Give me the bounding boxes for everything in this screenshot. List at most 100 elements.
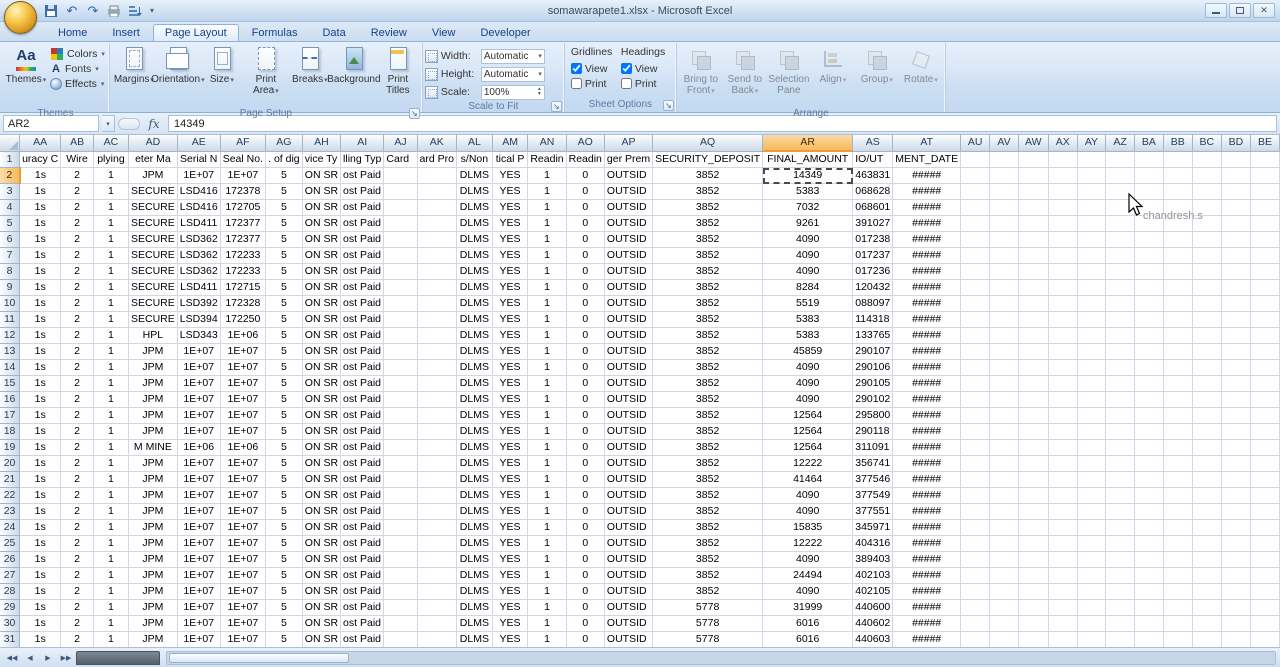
cell[interactable]: YES <box>492 552 528 568</box>
column-header-AN[interactable]: AN <box>528 135 566 151</box>
cell[interactable]: 1E+07 <box>220 360 265 376</box>
cell[interactable] <box>1077 456 1106 472</box>
cell[interactable]: Seal No. <box>220 151 265 168</box>
cell[interactable]: 172328 <box>220 296 265 312</box>
cell[interactable]: ##### <box>893 184 961 200</box>
cell[interactable]: 4090 <box>763 488 853 504</box>
cell[interactable] <box>990 536 1019 552</box>
cell[interactable]: HPL <box>128 328 177 344</box>
cell[interactable]: 1s <box>20 456 61 472</box>
cell[interactable]: 1s <box>20 536 61 552</box>
cell[interactable] <box>384 632 417 648</box>
column-header-AE[interactable]: AE <box>177 135 220 151</box>
cell[interactable]: 1s <box>20 232 61 248</box>
cell[interactable] <box>990 520 1019 536</box>
cell[interactable]: 1 <box>93 632 128 648</box>
cell[interactable] <box>1018 616 1048 632</box>
cell[interactable] <box>1018 184 1048 200</box>
tab-review[interactable]: Review <box>359 24 419 41</box>
cell[interactable] <box>1250 600 1279 616</box>
row-header-7[interactable]: 7 <box>0 248 20 264</box>
row-header-24[interactable]: 24 <box>0 520 20 536</box>
cell[interactable] <box>417 312 456 328</box>
cell[interactable] <box>1106 600 1135 616</box>
column-header-BB[interactable]: BB <box>1163 135 1192 151</box>
cell[interactable] <box>1106 280 1135 296</box>
cell[interactable] <box>384 376 417 392</box>
page-setup-dialog-launcher[interactable]: ↘ <box>409 108 420 119</box>
cell[interactable]: LSD362 <box>177 264 220 280</box>
cell[interactable]: 1 <box>93 296 128 312</box>
cell[interactable]: 1 <box>93 408 128 424</box>
cell[interactable] <box>1250 616 1279 632</box>
cell[interactable] <box>1163 264 1192 280</box>
cell[interactable] <box>1106 216 1135 232</box>
cell[interactable] <box>1163 504 1192 520</box>
cell[interactable]: 1E+07 <box>220 616 265 632</box>
cell[interactable]: ger Prem <box>604 151 652 168</box>
cell[interactable] <box>1221 552 1250 568</box>
cell[interactable]: ost Paid <box>341 296 384 312</box>
previous-sheet-button[interactable]: ◀ <box>22 651 38 665</box>
cell[interactable] <box>417 248 456 264</box>
cell[interactable]: OUTSID <box>604 408 652 424</box>
cell[interactable] <box>1163 168 1192 184</box>
cell[interactable] <box>1221 584 1250 600</box>
cell[interactable]: 1E+07 <box>220 376 265 392</box>
cell[interactable] <box>1018 200 1048 216</box>
cell[interactable]: 3852 <box>653 296 763 312</box>
cell[interactable]: 1s <box>20 504 61 520</box>
cell[interactable]: 2 <box>61 472 94 488</box>
cell[interactable] <box>1106 392 1135 408</box>
cell[interactable] <box>961 536 990 552</box>
tab-formulas[interactable]: Formulas <box>240 24 310 41</box>
cell[interactable]: 0 <box>566 472 604 488</box>
cell[interactable] <box>1018 248 1048 264</box>
cell[interactable]: 1s <box>20 280 61 296</box>
save-button[interactable] <box>42 2 60 19</box>
cell[interactable]: DLMS <box>456 616 492 632</box>
cell[interactable] <box>990 424 1019 440</box>
cell[interactable]: LSD392 <box>177 296 220 312</box>
cell[interactable]: 1s <box>20 344 61 360</box>
cell[interactable] <box>1077 360 1106 376</box>
cell[interactable] <box>1077 168 1106 184</box>
cell[interactable] <box>1163 632 1192 648</box>
cell[interactable] <box>990 504 1019 520</box>
cell[interactable] <box>384 280 417 296</box>
column-header-AH[interactable]: AH <box>302 135 340 151</box>
cell[interactable]: 172233 <box>220 264 265 280</box>
cell[interactable]: 4090 <box>763 232 853 248</box>
cell[interactable]: DLMS <box>456 392 492 408</box>
cell[interactable] <box>1077 328 1106 344</box>
cell[interactable]: 440600 <box>853 600 893 616</box>
cell[interactable]: YES <box>492 616 528 632</box>
cell[interactable]: 1s <box>20 328 61 344</box>
cell[interactable] <box>1134 360 1163 376</box>
column-header-AM[interactable]: AM <box>492 135 528 151</box>
cell[interactable] <box>384 296 417 312</box>
cell[interactable]: SECURE <box>128 248 177 264</box>
cell[interactable]: 4090 <box>763 584 853 600</box>
cell[interactable] <box>417 168 456 184</box>
cell[interactable]: 1E+07 <box>220 552 265 568</box>
cell[interactable]: ON SR <box>302 264 340 280</box>
cell[interactable]: 0 <box>566 408 604 424</box>
cell[interactable] <box>1221 344 1250 360</box>
cell[interactable]: 1E+07 <box>177 344 220 360</box>
row-header-27[interactable]: 27 <box>0 568 20 584</box>
column-header-AT[interactable]: AT <box>893 135 961 151</box>
cell[interactable] <box>1163 440 1192 456</box>
tab-insert[interactable]: Insert <box>100 24 152 41</box>
cell[interactable]: YES <box>492 216 528 232</box>
row-header-21[interactable]: 21 <box>0 472 20 488</box>
cell[interactable]: ON SR <box>302 184 340 200</box>
cell[interactable]: ##### <box>893 472 961 488</box>
cell[interactable]: 2 <box>61 296 94 312</box>
cell[interactable]: 0 <box>566 440 604 456</box>
cell[interactable]: ON SR <box>302 600 340 616</box>
cell[interactable]: ##### <box>893 216 961 232</box>
cell[interactable]: 1 <box>528 200 566 216</box>
cell[interactable] <box>1163 536 1192 552</box>
cell[interactable]: ost Paid <box>341 616 384 632</box>
